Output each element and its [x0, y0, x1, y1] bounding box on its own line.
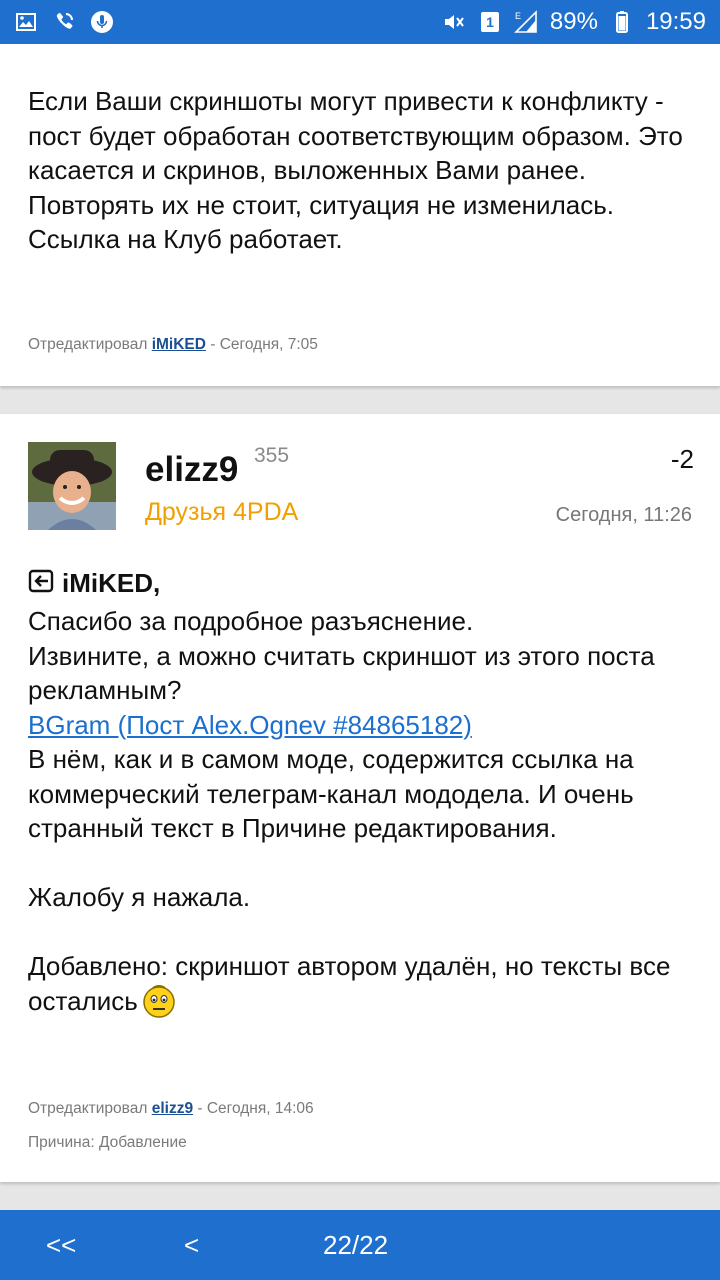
- signal-icon: E: [513, 10, 538, 34]
- edit-info: Отредактировал elizz9 - Сегодня, 14:06: [28, 1100, 314, 1118]
- post-body: Спасибо за подробное разъяснение. Извини…: [28, 604, 698, 1018]
- post-card: elizz9 355 Друзья 4PDA -2 Сегодня, 11:26…: [0, 414, 720, 1182]
- clock: 19:59: [645, 8, 706, 35]
- pagination-bar: << < 22/22: [0, 1210, 720, 1280]
- reply-to: iMiKED,: [28, 568, 160, 599]
- image-icon: [14, 10, 38, 34]
- edit-label: Отредактировал: [28, 336, 148, 353]
- post-rating[interactable]: -2: [671, 444, 694, 475]
- wifi-call-icon: [52, 10, 76, 34]
- avatar[interactable]: [28, 442, 116, 530]
- svg-text:E: E: [515, 11, 521, 21]
- edit-time: - Сегодня, 14:06: [193, 1100, 314, 1117]
- post-body: Если Ваши скриншоты могут привести к кон…: [28, 86, 683, 254]
- edit-reason: Причина: Добавление: [28, 1134, 187, 1151]
- post-link[interactable]: BGram (Пост Alex.Ognev #84865182): [28, 708, 698, 743]
- post-paragraph: В нём, как и в самом моде, содержится сс…: [28, 744, 634, 843]
- battery-icon: [610, 10, 634, 34]
- first-page-button[interactable]: <<: [46, 1230, 76, 1261]
- post-paragraph: Добавлено: скриншот автором удалён, но т…: [28, 949, 698, 1018]
- mic-icon: [90, 10, 114, 34]
- added-text: Добавлено: скриншот автором удалён, но т…: [28, 951, 671, 1016]
- username[interactable]: elizz9: [145, 450, 238, 490]
- reply-to-name[interactable]: iMiKED,: [62, 568, 160, 599]
- editor-link[interactable]: elizz9: [152, 1100, 193, 1117]
- post-time: Сегодня, 11:26: [555, 504, 692, 526]
- user-group: Друзья 4PDA: [145, 498, 299, 526]
- status-bar: 1 E 89% 19:59: [0, 0, 720, 44]
- edit-info: Отредактировал iMiKED - Сегодня, 7:05: [28, 336, 318, 354]
- battery-percent: 89%: [549, 8, 598, 35]
- page-indicator[interactable]: 22/22: [323, 1230, 388, 1261]
- svg-text:1: 1: [486, 14, 494, 30]
- mute-icon: [442, 10, 466, 34]
- edit-time: - Сегодня, 7:05: [205, 336, 318, 353]
- edit-label: Отредактировал: [28, 1100, 148, 1117]
- reputation-count[interactable]: 355: [254, 444, 289, 468]
- post-paragraph: Жалобу я нажала.: [28, 882, 251, 912]
- reply-arrow-icon[interactable]: [28, 568, 54, 599]
- post-line: Спасибо за подробное разъяснение.: [28, 606, 474, 636]
- post-card: Если Ваши скриншоты могут привести к кон…: [0, 40, 720, 386]
- smiley-emoticon-icon: [142, 984, 176, 1018]
- post-line: Извините, а можно считать скриншот из эт…: [28, 640, 655, 706]
- prev-page-button[interactable]: <: [184, 1230, 199, 1261]
- editor-link[interactable]: iMiKED: [152, 336, 206, 353]
- sim-icon: 1: [478, 10, 502, 34]
